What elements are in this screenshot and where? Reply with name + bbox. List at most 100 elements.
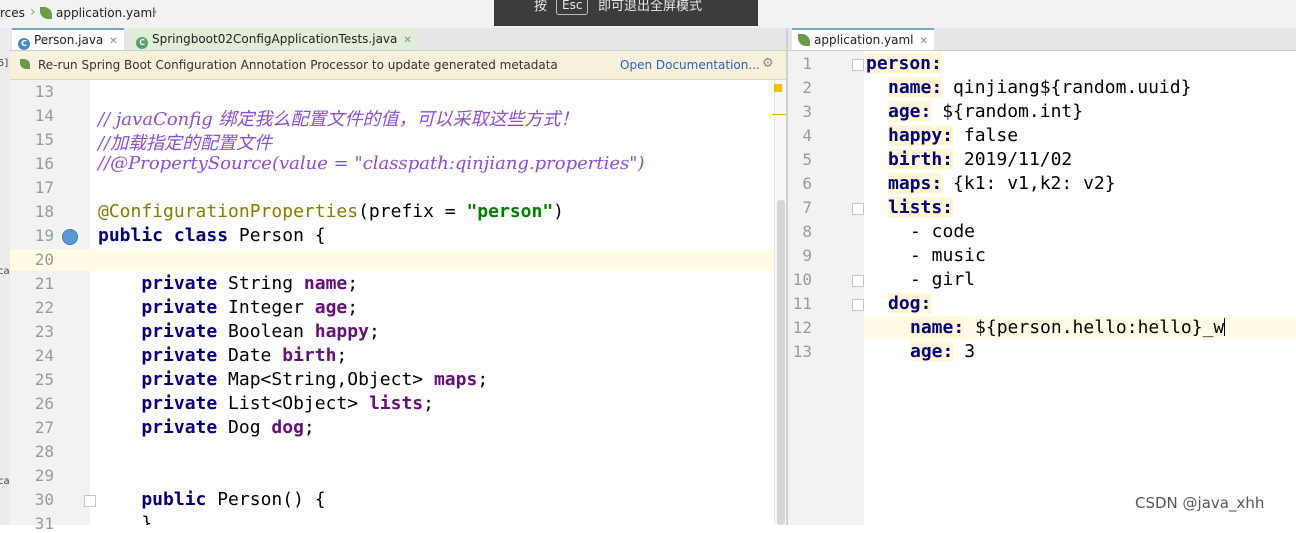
fold-marker-icon[interactable] <box>852 299 864 311</box>
code-token: private <box>98 393 229 414</box>
code-token: name <box>303 273 348 294</box>
breadcrumb-item-resources[interactable]: rces <box>0 6 25 20</box>
fullscreen-exit-toast: 按 Esc 即可退出全屏模式 <box>494 0 758 26</box>
yaml-line[interactable]: dog: <box>888 293 932 314</box>
code-token: private <box>98 273 229 294</box>
code-line[interactable]: // javaConfig 绑定我么配置文件的值，可以采取这些方式！ <box>98 105 579 131</box>
yaml-line[interactable]: - code <box>910 221 975 242</box>
code-token: //加载指定的配置文件 <box>98 133 273 154</box>
breadcrumb-file-label: application.yaml <box>56 6 156 20</box>
fold-marker-icon[interactable] <box>852 59 864 71</box>
spring-bean-gutter-icon[interactable] <box>62 229 78 245</box>
code-line[interactable]: private Boolean happy; <box>98 321 380 342</box>
fold-marker-icon[interactable] <box>852 203 864 215</box>
close-icon[interactable]: ✕ <box>920 36 928 47</box>
tab-person-java[interactable]: C Person.java ✕ <box>12 28 124 50</box>
code-token: happy <box>314 321 369 342</box>
yaml-value: - code <box>910 221 976 242</box>
yaml-value: ${person.hello:hello}_w <box>964 317 1225 338</box>
code-line[interactable]: private Integer age; <box>98 297 358 318</box>
chevron-right-icon: › <box>152 4 158 20</box>
code-token: ; <box>336 345 348 366</box>
yaml-line[interactable]: lists: <box>888 197 954 218</box>
yaml-key: happy: <box>888 125 954 146</box>
line-number: 26 <box>34 394 54 413</box>
code-line[interactable]: private Dog dog; <box>98 417 314 438</box>
line-number: 16 <box>34 154 54 173</box>
open-documentation-link[interactable]: Open Documentation... <box>620 58 760 72</box>
yaml-key: lists: <box>888 197 954 218</box>
spring-leaf-icon <box>20 59 30 69</box>
java-code-area[interactable]: // javaConfig 绑定我么配置文件的值，可以采取这些方式！ //加载指定… <box>90 80 786 525</box>
code-token: ; <box>477 369 489 390</box>
code-line[interactable]: private String name; <box>98 273 358 294</box>
yaml-line[interactable]: happy: false <box>888 125 1018 146</box>
code-token: ; <box>368 321 380 342</box>
yaml-line[interactable]: name: qinjiang${random.uuid} <box>888 77 1191 98</box>
line-number: 27 <box>34 418 54 437</box>
code-token: Person() { <box>217 489 326 510</box>
code-token: dog <box>271 417 304 438</box>
tab-application-yaml[interactable]: application.yaml ✕ <box>792 28 934 50</box>
code-token: lists <box>368 393 424 414</box>
code-token: private <box>98 297 229 318</box>
yaml-code-area[interactable]: person: name: qinjiang${random.uuid} age: … <box>864 51 1296 525</box>
strip-text: ca <box>0 266 10 277</box>
code-token: age <box>314 297 348 318</box>
yaml-line[interactable]: age: 3 <box>910 341 975 362</box>
breadcrumb-item-file[interactable]: application.yaml <box>40 6 156 20</box>
line-number: 9 <box>802 246 812 265</box>
class-icon: C <box>18 38 30 50</box>
close-icon[interactable]: ✕ <box>109 36 117 47</box>
code-token: Boolean <box>228 321 315 342</box>
close-icon[interactable]: ✕ <box>403 35 411 46</box>
code-token: List<Object> <box>228 393 369 414</box>
yaml-line[interactable]: birth: 2019/11/02 <box>888 149 1072 170</box>
code-line[interactable]: private Map<String,Object> maps; <box>98 369 488 390</box>
yaml-key: birth: <box>888 149 954 170</box>
wrench-icon[interactable]: ⚙ <box>762 56 774 71</box>
strip-text: ca <box>0 476 10 487</box>
tab-springboot-tests[interactable]: C Springboot02ConfigApplicationTests.java… <box>130 28 418 50</box>
code-line[interactable]: } <box>98 513 152 525</box>
code-line[interactable]: private Date birth; <box>98 345 347 366</box>
code-line[interactable]: //加载指定的配置文件 <box>98 129 272 155</box>
watermark: CSDN @java_xhh <box>1135 494 1265 512</box>
code-line[interactable]: public Person() { <box>98 489 326 510</box>
yaml-line[interactable]: name: ${person.hello:hello}_w <box>910 317 1226 338</box>
code-token: "person" <box>466 201 554 222</box>
strip-text: 5] <box>0 58 9 69</box>
yaml-line[interactable]: maps: {k1: v1,k2: v2} <box>888 173 1116 194</box>
line-number: 10 <box>792 270 812 289</box>
yaml-key: person: <box>866 53 942 74</box>
yaml-key: age: <box>910 341 954 362</box>
line-number: 18 <box>34 202 54 221</box>
yaml-value: {k1: v1,k2: v2} <box>942 173 1116 194</box>
left-line-gutter: 13 14 15 16 17 18 19 20 21 22 23 24 25 26 27 28 29 30 31 <box>10 80 96 533</box>
banner-message: Re-run Spring Boot Configuration Annotat… <box>38 58 558 72</box>
yaml-key: name: <box>888 77 943 98</box>
yaml-value: - girl <box>910 269 976 290</box>
yaml-line[interactable]: - music <box>910 245 986 266</box>
yaml-line[interactable]: age: ${random.int} <box>888 101 1083 122</box>
code-token: maps <box>433 369 478 390</box>
code-line[interactable]: public class Person { <box>98 225 326 246</box>
code-token: private <box>98 321 229 342</box>
line-number: 20 <box>34 250 54 269</box>
yaml-file-icon <box>798 34 810 46</box>
line-number: 7 <box>802 198 812 217</box>
yaml-line[interactable]: - girl <box>910 269 975 290</box>
code-line[interactable]: private List<Object> lists; <box>98 393 434 414</box>
line-number: 24 <box>34 346 54 365</box>
text-cursor <box>1224 318 1226 336</box>
toast-suffix: 即可退出全屏模式 <box>598 0 703 14</box>
yaml-line[interactable]: person: <box>866 53 942 74</box>
code-line[interactable]: //@PropertySource(value = "classpath:qin… <box>98 153 645 174</box>
tab-label: Person.java <box>34 33 104 47</box>
toast-prefix: 按 <box>534 0 548 14</box>
fold-marker-icon[interactable] <box>852 275 864 287</box>
code-token: ; <box>347 297 359 318</box>
code-line[interactable]: @ConfigurationProperties(prefix = "perso… <box>98 201 564 222</box>
yaml-file-icon <box>40 7 52 19</box>
code-token: } <box>98 513 153 525</box>
